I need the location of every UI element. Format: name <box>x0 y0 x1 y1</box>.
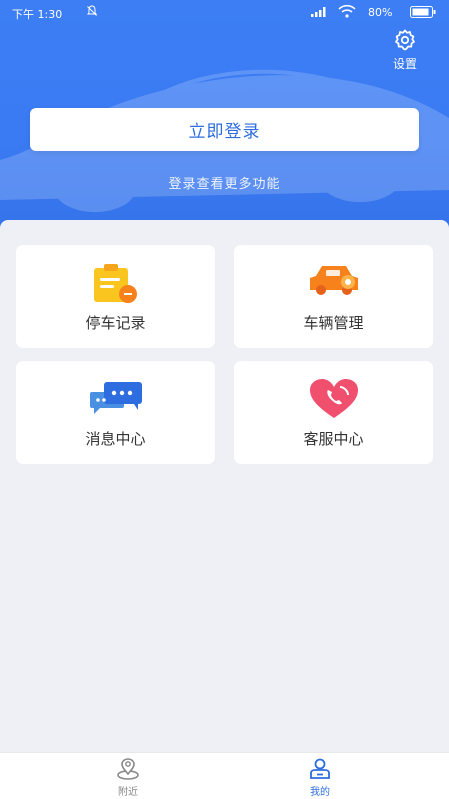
login-button[interactable]: 立即登录 <box>30 108 419 151</box>
tab-bar: 附近 我的 <box>0 752 449 799</box>
status-time: 下午 1:30 <box>12 8 63 21</box>
customer-service-card[interactable]: 客服中心 <box>234 361 433 464</box>
login-hint: 登录查看更多功能 <box>168 177 281 192</box>
battery-percent: 80% <box>368 6 393 19</box>
status-bar: 下午 1:30 80% <box>0 0 449 26</box>
user-icon <box>310 758 330 779</box>
wifi-icon <box>338 5 356 18</box>
tab-nearby[interactable]: 附近 <box>98 758 158 798</box>
customer-service-label: 客服中心 <box>303 430 364 448</box>
message-center-label: 消息中心 <box>85 430 146 448</box>
message-center-card[interactable]: 消息中心 <box>16 361 215 464</box>
gear-icon <box>395 29 415 51</box>
profile-screen: 下午 1:30 80% 设置 立即登录 登录查看更多功能 停车记录 车辆管理 消… <box>0 0 449 799</box>
tab-mine[interactable]: 我的 <box>290 758 350 798</box>
location-pin-icon <box>117 758 139 780</box>
settings-button[interactable]: 设置 <box>385 28 425 72</box>
tab-mine-label: 我的 <box>310 787 330 798</box>
vehicle-management-label: 车辆管理 <box>303 314 364 332</box>
parking-records-label: 停车记录 <box>85 314 146 332</box>
menu-grid: 停车记录 车辆管理 消息中心 客服中心 <box>0 220 449 752</box>
vehicle-management-card[interactable]: 车辆管理 <box>234 245 433 348</box>
signal-icon <box>311 7 326 17</box>
clipboard-icon <box>93 264 137 303</box>
bell-icon <box>86 5 98 16</box>
parking-records-card[interactable]: 停车记录 <box>16 245 215 348</box>
tab-nearby-label: 附近 <box>118 787 138 798</box>
chat-icon <box>89 382 142 414</box>
settings-label: 设置 <box>392 57 417 71</box>
header: 下午 1:30 80% 设置 立即登录 登录查看更多功能 <box>0 0 449 232</box>
heart-phone-icon <box>309 379 358 418</box>
battery-icon <box>410 6 436 18</box>
car-icon <box>309 266 358 295</box>
